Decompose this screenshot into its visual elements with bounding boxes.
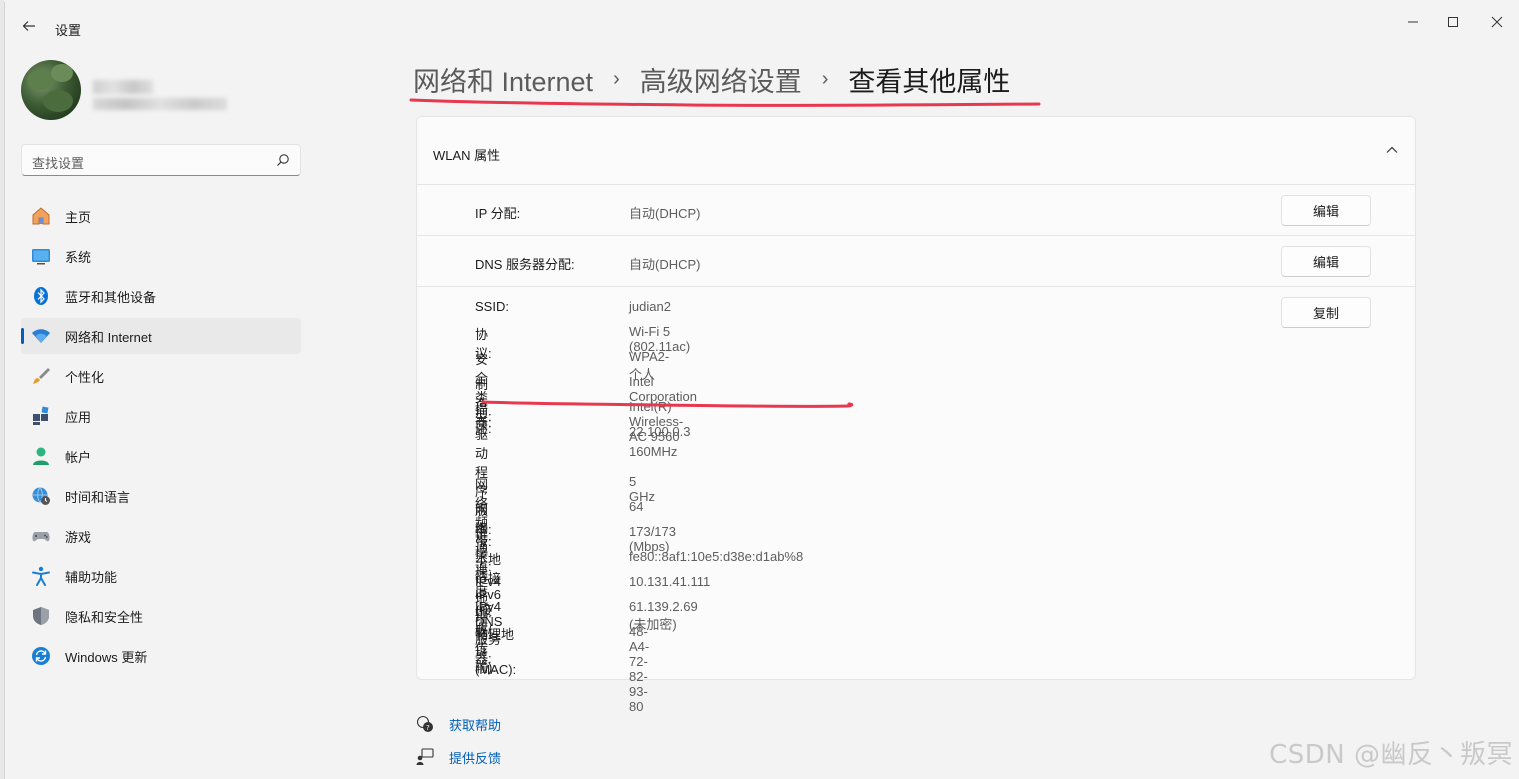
breadcrumb-item-network[interactable]: 网络和 Internet [413, 60, 593, 99]
maximize-icon [1448, 17, 1458, 27]
settings-window: 设置 查找设置 主页 系统 蓝牙和其他设备 网络和 Internet 个性化 应… [4, 2, 1519, 779]
annotation-underline-description [481, 400, 854, 408]
sidebar-item-system[interactable]: 系统 [21, 238, 301, 274]
user-email-blurred [93, 98, 227, 110]
minimize-icon [1408, 21, 1418, 23]
minimize-button[interactable] [1393, 10, 1433, 34]
accessibility-icon [31, 566, 51, 586]
edit-dns-button[interactable]: 编辑 [1281, 246, 1371, 277]
wlan-properties-card: WLAN 属性 IP 分配: 自动(DHCP) 编辑 DNS 服务器分配: 自动… [416, 116, 1416, 714]
breadcrumb-separator-icon: › [613, 68, 620, 90]
person-icon [31, 446, 51, 466]
watermark: CSDN @幽反丶叛冥 [1269, 740, 1513, 770]
ip-assignment-row: IP 分配: 自动(DHCP) 编辑 [417, 185, 1415, 236]
sidebar-nav: 主页 系统 蓝牙和其他设备 网络和 Internet 个性化 应用 帐户 时间和… [21, 198, 301, 678]
sidebar-item-windows-update[interactable]: Windows 更新 [21, 638, 301, 674]
arrow-left-icon [22, 21, 35, 31]
gamepad-icon [31, 526, 51, 546]
properties-list: 复制 SSID: judian2 协议: Wi-Fi 5 (802.11ac) … [417, 287, 1415, 714]
dns-assignment-value: 自动(DHCP) [629, 257, 701, 272]
sidebar-item-network[interactable]: 网络和 Internet [21, 318, 301, 354]
chevron-up-icon[interactable] [1385, 143, 1399, 157]
close-button[interactable] [1477, 10, 1517, 34]
sidebar-item-time-language[interactable]: 时间和语言 [21, 478, 301, 514]
globe-clock-icon [31, 486, 51, 506]
search-box[interactable]: 查找设置 [21, 144, 301, 176]
ip-assignment-value: 自动(DHCP) [629, 206, 701, 221]
bluetooth-icon [31, 286, 51, 306]
maximize-button[interactable] [1433, 10, 1473, 34]
copy-button[interactable]: 复制 [1281, 297, 1371, 328]
page-title: 查看其他属性 [848, 67, 1011, 97]
home-icon [31, 206, 51, 226]
avatar[interactable] [21, 60, 81, 120]
monitor-icon [31, 246, 51, 266]
update-icon [31, 646, 51, 666]
sidebar-item-personalization[interactable]: 个性化 [21, 358, 301, 394]
svg-text:?: ? [426, 724, 430, 732]
sidebar-item-bluetooth[interactable]: 蓝牙和其他设备 [21, 278, 301, 314]
sidebar-item-accessibility[interactable]: 辅助功能 [21, 558, 301, 594]
card-header[interactable]: WLAN 属性 [417, 117, 1415, 185]
search-input[interactable]: 查找设置 [32, 153, 84, 172]
sidebar-item-apps[interactable]: 应用 [21, 398, 301, 434]
feedback-icon [415, 747, 435, 767]
dns-assignment-label: DNS 服务器分配: [475, 257, 575, 272]
app-title: 设置 [55, 23, 82, 38]
sidebar-item-gaming[interactable]: 游戏 [21, 518, 301, 554]
search-icon[interactable] [276, 153, 290, 167]
help-chat-icon: ? [415, 714, 435, 734]
dns-assignment-row: DNS 服务器分配: 自动(DHCP) 编辑 [417, 236, 1415, 287]
shield-icon [31, 606, 51, 626]
back-button[interactable] [17, 14, 41, 38]
breadcrumb: 网络和 Internet › 高级网络设置 › 查看其他属性 [413, 60, 1010, 99]
sidebar-item-accounts[interactable]: 帐户 [21, 438, 301, 474]
sidebar-item-privacy-security[interactable]: 隐私和安全性 [21, 598, 301, 634]
wifi-icon [31, 326, 51, 346]
close-icon [1491, 16, 1503, 28]
apps-icon [31, 406, 51, 426]
brush-icon [31, 366, 51, 386]
user-name-blurred [93, 80, 153, 94]
sidebar-item-home[interactable]: 主页 [21, 198, 301, 234]
get-help-link[interactable]: ? 获取帮助 [415, 714, 501, 734]
card-title: WLAN 属性 [433, 148, 501, 163]
edit-ip-button[interactable]: 编辑 [1281, 195, 1371, 226]
ip-assignment-label: IP 分配: [475, 206, 521, 221]
give-feedback-link[interactable]: 提供反馈 [415, 747, 501, 767]
annotation-underline-breadcrumb [409, 98, 1041, 107]
breadcrumb-separator-icon: › [821, 68, 829, 90]
breadcrumb-item-advanced[interactable]: 高级网络设置 [640, 60, 802, 99]
title-bar: 设置 [5, 2, 1519, 48]
